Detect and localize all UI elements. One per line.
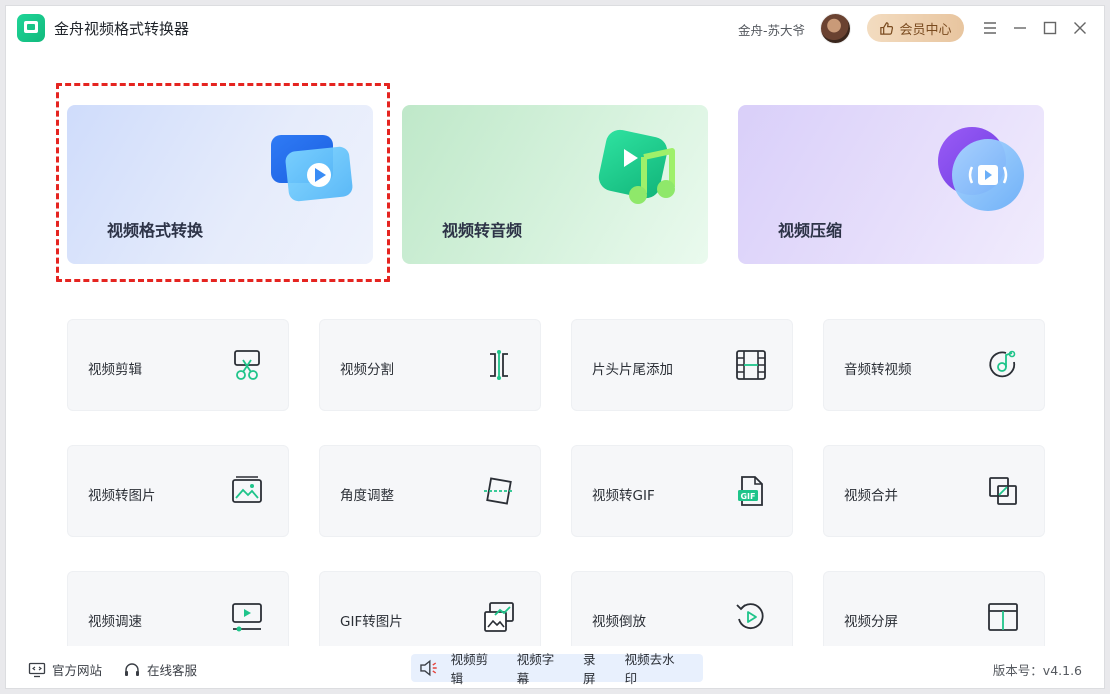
close-button[interactable] xyxy=(1069,17,1091,39)
tool-label: 视频分屏 xyxy=(844,614,898,630)
monitor-icon xyxy=(28,662,46,677)
promo-screen-record[interactable]: 录屏 xyxy=(583,649,608,687)
maximize-icon xyxy=(1043,21,1057,35)
merge-icon xyxy=(986,474,1020,508)
footer-bar: 官方网站 在线客服 视频剪辑 视频字幕 录屏 视频去水印 版本号：v4.1.6 xyxy=(6,646,1104,688)
version-label: 版本号：v4.1.6 xyxy=(992,663,1082,678)
tool-label: 视频分割 xyxy=(340,362,394,378)
tool-audio-to-video[interactable]: 音频转视频 xyxy=(823,319,1045,411)
tool-label: 音频转视频 xyxy=(844,362,912,378)
feature-label: 视频转音频 xyxy=(442,221,523,240)
music-note-icon xyxy=(598,129,675,204)
tool-video-merge[interactable]: 视频合并 xyxy=(823,445,1045,537)
split-icon xyxy=(482,348,516,382)
promo-video-subtitle[interactable]: 视频字幕 xyxy=(517,649,566,687)
gif-file-icon: GIF xyxy=(734,474,768,508)
tool-label: 角度调整 xyxy=(340,488,394,504)
title-bar: 金舟视频格式转换器 金舟-苏大爷 会员中心 xyxy=(6,6,1104,50)
online-service-link[interactable]: 在线客服 xyxy=(123,660,197,679)
highlight-annotation xyxy=(56,83,390,282)
tool-video-to-gif[interactable]: 视频转GIF GIF xyxy=(571,445,793,537)
app-title: 金舟视频格式转换器 xyxy=(54,20,190,38)
tool-label: GIF转图片 xyxy=(340,614,403,630)
split-screen-icon xyxy=(986,600,1020,634)
vip-center-button[interactable]: 会员中心 xyxy=(867,14,964,42)
tool-label: 视频合并 xyxy=(844,488,898,504)
tool-label: 视频剪辑 xyxy=(88,362,142,378)
close-icon xyxy=(1074,22,1086,34)
feature-label: 视频压缩 xyxy=(778,221,843,240)
headset-icon xyxy=(125,662,139,676)
tool-video-edit[interactable]: 视频剪辑 xyxy=(67,319,289,411)
app-window: 金舟视频格式转换器 金舟-苏大爷 会员中心 视频格式转换 视频转音频 视频压缩 … xyxy=(5,5,1105,689)
user-name[interactable]: 金舟-苏大爷 xyxy=(738,20,805,39)
tool-label: 片头片尾添加 xyxy=(592,362,673,378)
tool-intro-outro[interactable]: 片头片尾添加 xyxy=(571,319,793,411)
image-icon xyxy=(230,474,264,508)
vip-center-label: 会员中心 xyxy=(899,22,952,38)
speaker-icon xyxy=(420,659,437,677)
tool-label: 视频倒放 xyxy=(592,614,646,630)
app-logo-icon xyxy=(17,14,45,42)
maximize-button[interactable] xyxy=(1039,17,1061,39)
minimize-button[interactable] xyxy=(1009,17,1031,39)
tool-angle-adjust[interactable]: 角度调整 xyxy=(319,445,541,537)
tool-video-split[interactable]: 视频分割 xyxy=(319,319,541,411)
tool-label: 视频调速 xyxy=(88,614,142,630)
tool-label: 视频转图片 xyxy=(88,488,156,504)
compress-icon xyxy=(938,127,1024,211)
svg-text:GIF: GIF xyxy=(740,492,755,501)
feature-card-video-compress[interactable]: 视频压缩 xyxy=(738,105,1044,264)
film-strip-icon xyxy=(734,348,768,382)
menu-button[interactable] xyxy=(979,17,1001,39)
music-disc-icon xyxy=(986,348,1020,382)
rotate-frame-icon xyxy=(482,474,516,508)
avatar[interactable] xyxy=(820,13,851,44)
scissors-icon xyxy=(230,348,264,382)
gif-image-icon xyxy=(482,600,516,634)
reverse-play-icon xyxy=(734,600,768,634)
minimize-icon xyxy=(1014,27,1026,29)
online-service-label: 在线客服 xyxy=(147,663,198,678)
tool-video-to-image[interactable]: 视频转图片 xyxy=(67,445,289,537)
thumbs-up-icon xyxy=(880,21,894,35)
official-website-link[interactable]: 官方网站 xyxy=(28,660,102,679)
speed-icon xyxy=(230,600,264,634)
promo-bar: 视频剪辑 视频字幕 录屏 视频去水印 xyxy=(411,652,703,686)
tool-label: 视频转GIF xyxy=(592,488,655,504)
feature-card-video-to-audio[interactable]: 视频转音频 xyxy=(402,105,708,264)
promo-video-edit[interactable]: 视频剪辑 xyxy=(451,649,500,687)
menu-icon xyxy=(984,22,996,34)
promo-remove-watermark[interactable]: 视频去水印 xyxy=(625,649,686,687)
official-website-label: 官方网站 xyxy=(52,663,103,678)
